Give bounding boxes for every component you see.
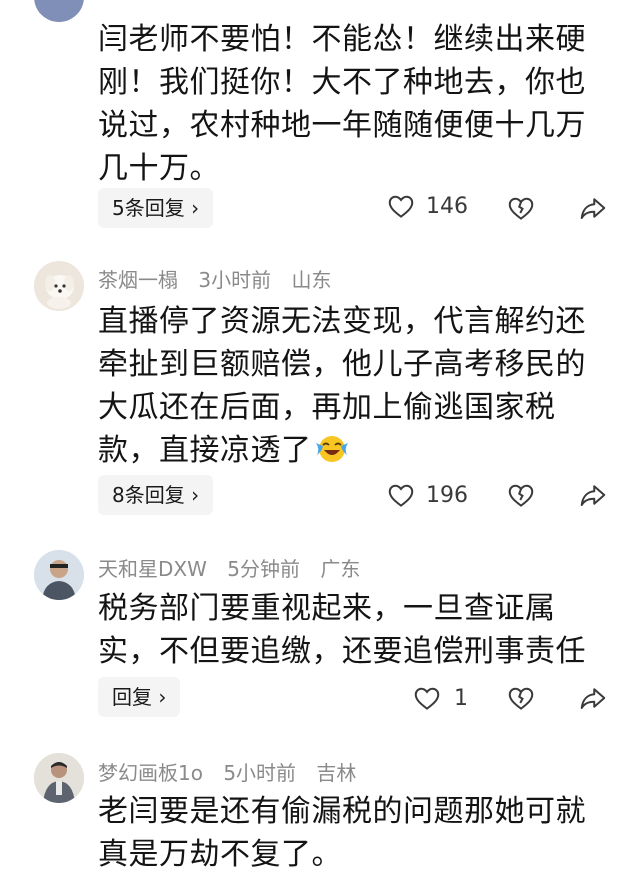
comment-location: 山东 [291, 268, 332, 292]
person-avatar-image [34, 550, 84, 600]
comment-text: 老闫要是还有偷漏税的问题那她可就 真是万劫不复了。 [98, 790, 598, 876]
share-button[interactable] [578, 193, 608, 223]
heart-icon [388, 484, 414, 507]
like-button[interactable]: 146 [386, 191, 468, 221]
dislike-button[interactable] [506, 480, 536, 510]
comment-time: 3小时前 [198, 268, 272, 292]
comment-line: 牵扯到巨额赔偿，他儿子高考移民的 [98, 347, 586, 382]
person-avatar-image [34, 753, 84, 803]
comment-line: 闫老师不要怕！不能怂！继续出来硬 [98, 22, 586, 57]
comment-line: 真是万劫不复了。 [98, 837, 342, 872]
like-button[interactable]: 1 [412, 683, 468, 713]
share-button[interactable] [578, 480, 608, 510]
comment-line: 大瓜还在后面，再加上偷逃国家税 [98, 390, 556, 425]
heart-icon [388, 195, 414, 218]
comment-meta: 茶烟一榻 3小时前 山东 [98, 264, 345, 293]
like-count: 196 [426, 482, 468, 508]
comment-line-text: 款，直接凉透了 [98, 433, 312, 468]
author-name[interactable]: 茶烟一榻 [98, 268, 178, 292]
share-button[interactable] [578, 683, 608, 713]
broken-heart-icon [508, 197, 534, 220]
comment-time: 5分钟前 [227, 557, 300, 581]
avatar[interactable] [34, 753, 84, 803]
comment-line: 税务部门要重视起来，一旦查证属 [98, 591, 556, 626]
view-replies-button[interactable]: 5条回复 › [98, 188, 214, 228]
comment-meta: 梦幻画板1o 5小时前 吉林 [98, 757, 370, 786]
like-button[interactable]: 196 [386, 480, 468, 510]
author-name[interactable]: 梦幻画板1o [98, 761, 203, 785]
avatar[interactable] [34, 261, 84, 311]
comment-line: 直播停了资源无法变现，代言解约还 [98, 304, 586, 339]
share-icon [580, 688, 606, 709]
comment-line: 几十万。 [98, 151, 220, 186]
comment-line: 刚！我们挺你！大不了种地去，你也 [98, 65, 586, 100]
avatar[interactable] [34, 0, 84, 22]
comment-line: 款，直接凉透了 [98, 429, 598, 472]
comment-time: 5小时前 [223, 761, 297, 785]
heart-icon [414, 687, 440, 710]
share-icon [580, 485, 606, 506]
comment-text: 税务部门要重视起来，一旦查证属 实，不但要追缴，还要追偿刑事责任 [98, 587, 598, 673]
author-name[interactable]: 天和星DXW [98, 557, 207, 581]
comment-line: 实，不但要追缴，还要追偿刑事责任 [98, 634, 586, 669]
comment-line: 说过，农村种地一年随随便便十几万 [98, 108, 586, 143]
like-count: 1 [454, 685, 468, 711]
broken-heart-icon [508, 687, 534, 710]
comment-text: 闫老师不要怕！不能怂！继续出来硬 刚！我们挺你！大不了种地去，你也 说过，农村种… [98, 18, 598, 190]
view-replies-button[interactable]: 8条回复 › [98, 475, 214, 515]
share-icon [580, 198, 606, 219]
comment-location: 吉林 [316, 761, 357, 785]
reply-button[interactable]: 回复 › [98, 677, 181, 717]
dislike-button[interactable] [506, 193, 536, 223]
broken-heart-icon [508, 484, 534, 507]
dog-avatar-image [34, 261, 84, 311]
laughing-crying-emoji-icon [314, 433, 350, 465]
dislike-button[interactable] [506, 683, 536, 713]
comment-meta: 天和星DXW 5分钟前 广东 [98, 553, 374, 582]
comment-line: 老闫要是还有偷漏税的问题那她可就 [98, 794, 586, 829]
comment-location: 广东 [320, 557, 361, 581]
avatar[interactable] [34, 550, 84, 600]
comment-text: 直播停了资源无法变现，代言解约还 牵扯到巨额赔偿，他儿子高考移民的 大瓜还在后面… [98, 300, 598, 472]
like-count: 146 [426, 193, 468, 219]
